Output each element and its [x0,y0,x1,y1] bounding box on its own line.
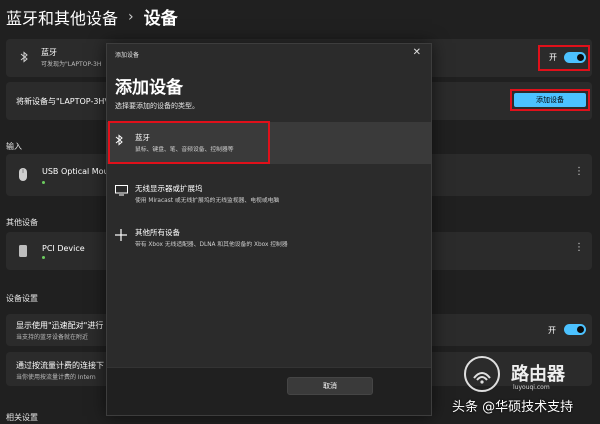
metered-subtitle: 当你使用按流量计费的 Intern [16,374,96,381]
breadcrumb-separator: › [128,8,134,25]
dialog-heading: 添加设备 [115,78,183,98]
mouse-icon [18,167,28,184]
bluetooth-option-highlight [108,121,270,164]
connected-indicator [42,256,45,259]
dialog-window-title: 添加设备 [115,52,140,59]
bluetooth-subtitle: 可发现为"LAPTOP-3H [41,61,102,68]
dialog-footer: 取消 [107,367,431,415]
breadcrumb-parent[interactable]: 蓝牙和其他设备 [6,5,118,29]
section-input: 输入 [6,142,22,151]
section-other-devices: 其他设备 [6,218,38,227]
breadcrumb: 蓝牙和其他设备 › 设备 [6,4,178,30]
add-device-dialog: 添加设备 ✕ 添加设备 选择要添加的设备的类型。 蓝牙 鼠标、键盘、笔、音频设备… [106,43,432,416]
swift-pair-toggle[interactable] [564,324,586,335]
bluetooth-icon [20,51,29,65]
option-everything-else-desc: 带有 Xbox 无线适配器、DLNA 和其他设备的 Xbox 控制器 [135,242,288,248]
page-title: 设备 [143,9,178,29]
section-device-settings: 设备设置 [6,294,38,303]
add-device-highlight [510,89,590,111]
metered-title: 通过按流量计费的连接下 [16,361,104,370]
watermark-url: luyouqi.com [513,384,550,391]
option-wireless-display-desc: 使用 Miracast 或无线扩展坞的无线监视器、电视或电脑 [135,198,280,204]
watermark-brand: 路由器 [511,364,565,385]
bluetooth-title: 蓝牙 [41,48,57,57]
monitor-icon [115,185,128,198]
device-icon [18,244,28,260]
cancel-button[interactable]: 取消 [287,377,373,395]
other-device-name: PCI Device [42,244,85,253]
swift-pair-toggle-label: 开 [548,326,556,335]
connected-indicator [42,181,45,184]
option-everything-else-title: 其他所有设备 [135,228,180,237]
option-wireless-display-title: 无线显示器或扩展坞 [135,184,203,193]
option-wireless-display[interactable]: 无线显示器或扩展坞 使用 Miracast 或无线扩展坞的无线监视器、电视或电脑 [107,173,431,215]
swift-pair-title: 显示使用"迅速配对"进行 [16,321,104,330]
watermark-credit: 头条 @华硕技术支持 [452,400,574,415]
router-logo-icon [464,356,500,392]
close-icon[interactable]: ✕ [413,47,421,58]
more-options-icon[interactable]: ⋮ [574,167,584,177]
pair-device-title: 将新设备与"LAPTOP-3HV [16,97,110,106]
bluetooth-toggle-highlight [538,45,590,71]
more-options-icon[interactable]: ⋮ [574,243,584,253]
plus-icon [115,229,127,243]
swift-pair-subtitle: 当支持的蓝牙设备就在附近 [16,334,89,341]
option-everything-else[interactable]: 其他所有设备 带有 Xbox 无线适配器、DLNA 和其他设备的 Xbox 控制… [107,217,431,259]
section-related: 相关设置 [6,413,38,422]
input-device-name: USB Optical Mous [42,167,113,176]
dialog-description: 选择要添加的设备的类型。 [115,102,199,110]
